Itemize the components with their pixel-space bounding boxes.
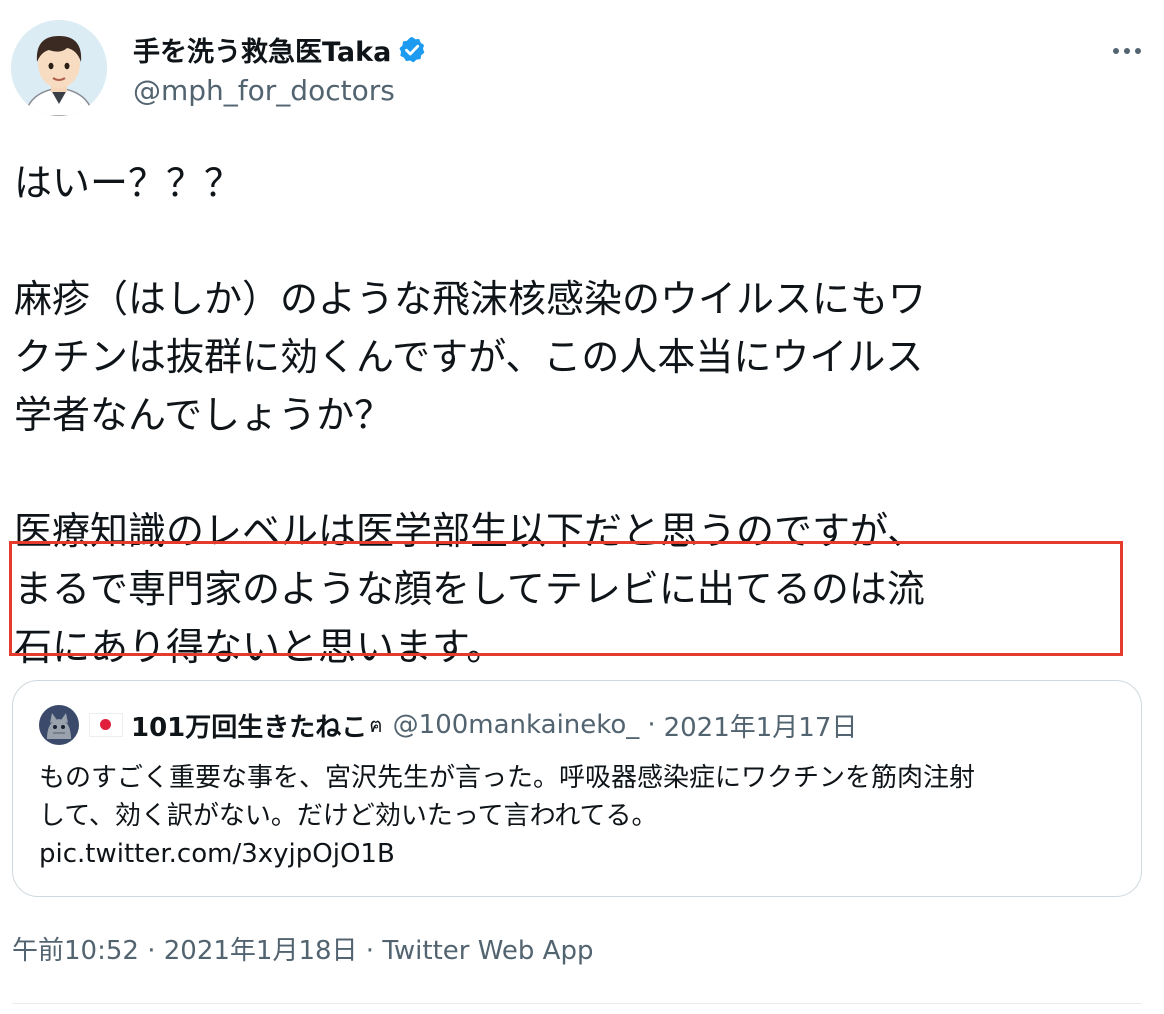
japan-flag-icon <box>89 713 123 737</box>
quoted-tweet-line: して、効く訳がない。だけど効いたって言われてる。 <box>39 801 658 831</box>
tweet-line: クチンは抜群に効くんですが、この人本当にウイルス <box>14 335 924 379</box>
quoted-author-avatar[interactable] <box>39 705 79 745</box>
tweet-line: 麻疹（はしか）のような飛沫核感染のウイルスにもワ <box>14 277 927 321</box>
verified-badge-icon <box>399 36 425 62</box>
bottom-divider <box>12 1003 1142 1004</box>
tweet-date[interactable]: 2021年1月18日 <box>164 936 358 966</box>
author-handle[interactable]: @mph_for_doctors <box>133 74 395 107</box>
cat-paw-emoji: ฅ <box>369 713 383 737</box>
quoted-tweet-line: ものすごく重要な事を、宮沢先生が言った。呼吸器感染症にワクチンを筋肉注射 <box>39 763 976 793</box>
tweet-source[interactable]: Twitter Web App <box>382 936 593 966</box>
quoted-author-name[interactable]: 101万回生きたねこ <box>131 707 367 744</box>
tweet-header: 手を洗う救急医Taka @mph_for_doctors <box>11 20 1151 120</box>
quoted-tweet-media-link[interactable]: pic.twitter.com/3xyjpOjO1B <box>39 835 1129 873</box>
separator-dot: · <box>365 936 375 966</box>
red-highlight-box <box>9 541 1123 656</box>
doctor-avatar-illustration-icon <box>11 20 107 116</box>
tweet-time[interactable]: 午前10:52 <box>12 936 139 966</box>
quoted-tweet-text: ものすごく重要な事を、宮沢先生が言った。呼吸器感染症にワクチンを筋肉注射 して、… <box>39 759 1129 873</box>
quoted-author-handle[interactable]: @100mankaineko_ <box>393 710 640 740</box>
tweet-metadata: 午前10:52 · 2021年1月18日 · Twitter Web App <box>12 930 593 967</box>
more-dots-icon <box>1113 48 1141 54</box>
author-avatar[interactable] <box>11 20 107 116</box>
author-display-name[interactable]: 手を洗う救急医Taka <box>133 30 391 69</box>
cat-avatar-icon <box>39 705 79 745</box>
quoted-tweet-date[interactable]: 2021年1月17日 <box>664 707 858 744</box>
quoted-tweet-header: 101万回生きたねこ ฅ @100mankaineko_ · 2021年1月17… <box>39 705 857 745</box>
separator-dot: · <box>147 936 156 966</box>
tweet-line: 学者なんでしょうか？ <box>14 393 393 437</box>
tweet-line: はいー？？？ <box>14 161 243 205</box>
more-options-button[interactable] <box>1107 36 1147 66</box>
author-name-row: 手を洗う救急医Taka <box>133 30 427 69</box>
quoted-tweet-card[interactable]: 101万回生きたねこ ฅ @100mankaineko_ · 2021年1月17… <box>12 680 1142 897</box>
separator-dot: · <box>647 710 656 740</box>
